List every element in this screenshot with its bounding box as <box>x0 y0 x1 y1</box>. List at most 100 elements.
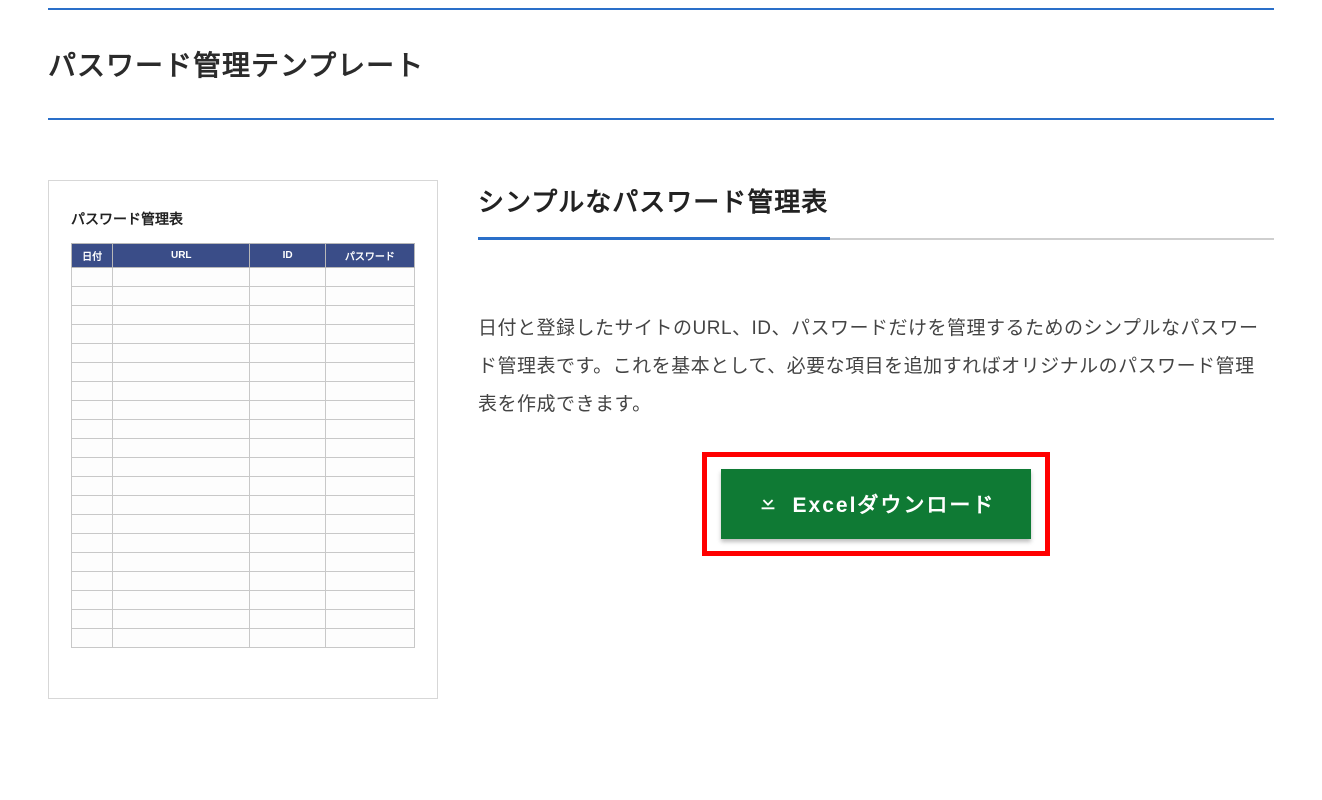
preview-table-row <box>72 363 415 382</box>
preview-table-cell <box>113 458 250 477</box>
preview-table: 日付 URL ID パスワード <box>71 243 415 648</box>
preview-table-cell <box>325 420 414 439</box>
preview-table-row <box>72 534 415 553</box>
divider-bottom <box>48 118 1274 120</box>
preview-table-cell <box>72 458 113 477</box>
download-button-wrap: Excelダウンロード <box>478 452 1274 556</box>
preview-table-cell <box>113 572 250 591</box>
preview-table-row <box>72 496 415 515</box>
preview-table-cell <box>113 306 250 325</box>
template-preview-column: パスワード管理表 日付 URL ID パスワード <box>48 180 438 699</box>
preview-table-cell <box>113 553 250 572</box>
preview-table-cell <box>325 629 414 648</box>
preview-table-cell <box>250 287 325 306</box>
preview-table-cell <box>325 382 414 401</box>
preview-table-cell <box>325 534 414 553</box>
preview-table-cell <box>325 496 414 515</box>
preview-table-cell <box>250 610 325 629</box>
download-icon <box>757 490 779 518</box>
preview-table-cell <box>250 629 325 648</box>
page-title: パスワード管理テンプレート <box>48 10 1274 118</box>
preview-table-cell <box>113 591 250 610</box>
preview-table-cell <box>250 572 325 591</box>
preview-table-row <box>72 629 415 648</box>
preview-table-cell <box>325 287 414 306</box>
preview-table-cell <box>250 515 325 534</box>
preview-table-cell <box>250 306 325 325</box>
preview-table-cell <box>113 401 250 420</box>
preview-table-cell <box>250 363 325 382</box>
preview-table-cell <box>113 534 250 553</box>
preview-table-row <box>72 306 415 325</box>
preview-table-cell <box>325 306 414 325</box>
preview-table-cell <box>250 439 325 458</box>
preview-table-header-row: 日付 URL ID パスワード <box>72 244 415 268</box>
preview-table-cell <box>325 344 414 363</box>
preview-table-row <box>72 287 415 306</box>
preview-table-cell <box>72 268 113 287</box>
preview-table-cell <box>72 439 113 458</box>
preview-table-row <box>72 591 415 610</box>
preview-table-cell <box>325 591 414 610</box>
preview-table-cell <box>250 553 325 572</box>
preview-table-cell <box>250 458 325 477</box>
download-button-label: Excelダウンロード <box>793 489 996 519</box>
preview-table-cell <box>72 534 113 553</box>
preview-table-cell <box>113 325 250 344</box>
preview-table-cell <box>325 325 414 344</box>
preview-table-cell <box>113 268 250 287</box>
preview-table-cell <box>113 610 250 629</box>
preview-table-cell <box>72 496 113 515</box>
preview-col-pw: パスワード <box>325 244 414 268</box>
preview-col-id: ID <box>250 244 325 268</box>
section-title-wrap: シンプルなパスワード管理表 <box>478 182 1274 240</box>
preview-table-cell <box>113 477 250 496</box>
preview-table-row <box>72 420 415 439</box>
preview-table-row <box>72 439 415 458</box>
preview-table-cell <box>325 515 414 534</box>
preview-table-cell <box>250 382 325 401</box>
preview-table-cell <box>72 382 113 401</box>
preview-table-cell <box>113 363 250 382</box>
preview-table-row <box>72 344 415 363</box>
preview-table-cell <box>113 420 250 439</box>
preview-table-row <box>72 401 415 420</box>
preview-table-cell <box>72 325 113 344</box>
preview-col-url: URL <box>113 244 250 268</box>
preview-table-cell <box>72 363 113 382</box>
preview-table-cell <box>325 610 414 629</box>
preview-table-cell <box>72 344 113 363</box>
preview-table-row <box>72 268 415 287</box>
preview-table-cell <box>325 553 414 572</box>
preview-table-cell <box>250 591 325 610</box>
preview-table-cell <box>250 420 325 439</box>
preview-table-cell <box>250 477 325 496</box>
preview-table-cell <box>325 363 414 382</box>
preview-table-cell <box>72 420 113 439</box>
preview-table-cell <box>325 458 414 477</box>
preview-table-cell <box>250 534 325 553</box>
preview-table-cell <box>72 553 113 572</box>
preview-table-row <box>72 572 415 591</box>
template-description: 日付と登録したサイトのURL、ID、パスワードだけを管理するためのシンプルなパス… <box>478 310 1274 424</box>
template-detail-column: シンプルなパスワード管理表 日付と登録したサイトのURL、ID、パスワードだけを… <box>478 180 1274 699</box>
preview-table-cell <box>113 287 250 306</box>
preview-table-row <box>72 382 415 401</box>
preview-table-cell <box>325 572 414 591</box>
preview-table-cell <box>72 610 113 629</box>
preview-table-cell <box>250 325 325 344</box>
preview-table-row <box>72 515 415 534</box>
preview-col-date: 日付 <box>72 244 113 268</box>
excel-download-button[interactable]: Excelダウンロード <box>721 469 1032 539</box>
preview-table-cell <box>250 496 325 515</box>
content-row: パスワード管理表 日付 URL ID パスワード <box>48 180 1274 699</box>
preview-table-cell <box>113 496 250 515</box>
preview-table-cell <box>325 439 414 458</box>
preview-table-row <box>72 458 415 477</box>
preview-table-cell <box>72 401 113 420</box>
preview-table-cell <box>72 515 113 534</box>
preview-table-row <box>72 553 415 572</box>
template-preview-card: パスワード管理表 日付 URL ID パスワード <box>48 180 438 699</box>
preview-table-cell <box>72 287 113 306</box>
preview-table-cell <box>113 382 250 401</box>
